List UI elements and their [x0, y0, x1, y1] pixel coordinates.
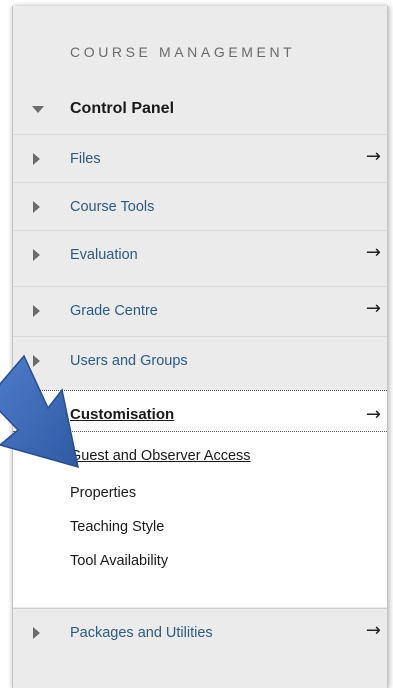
- callout-arrow-icon: [0, 354, 79, 469]
- screen: COURSE MANAGEMENT Control Panel Files → …: [0, 0, 393, 688]
- callout-arrow-shape: [0, 354, 79, 469]
